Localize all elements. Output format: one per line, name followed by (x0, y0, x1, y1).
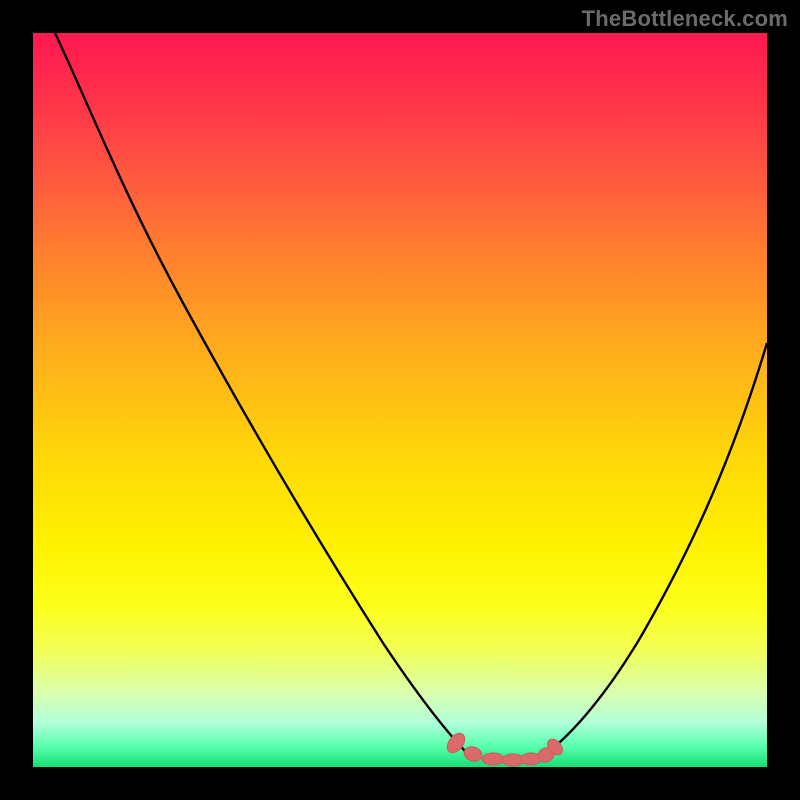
plot-area (33, 33, 767, 767)
left-curve (55, 33, 465, 751)
right-curve (547, 343, 767, 753)
chart-lines (33, 33, 767, 767)
chart-frame: TheBottleneck.com (0, 0, 800, 800)
watermark-text: TheBottleneck.com (582, 6, 788, 32)
